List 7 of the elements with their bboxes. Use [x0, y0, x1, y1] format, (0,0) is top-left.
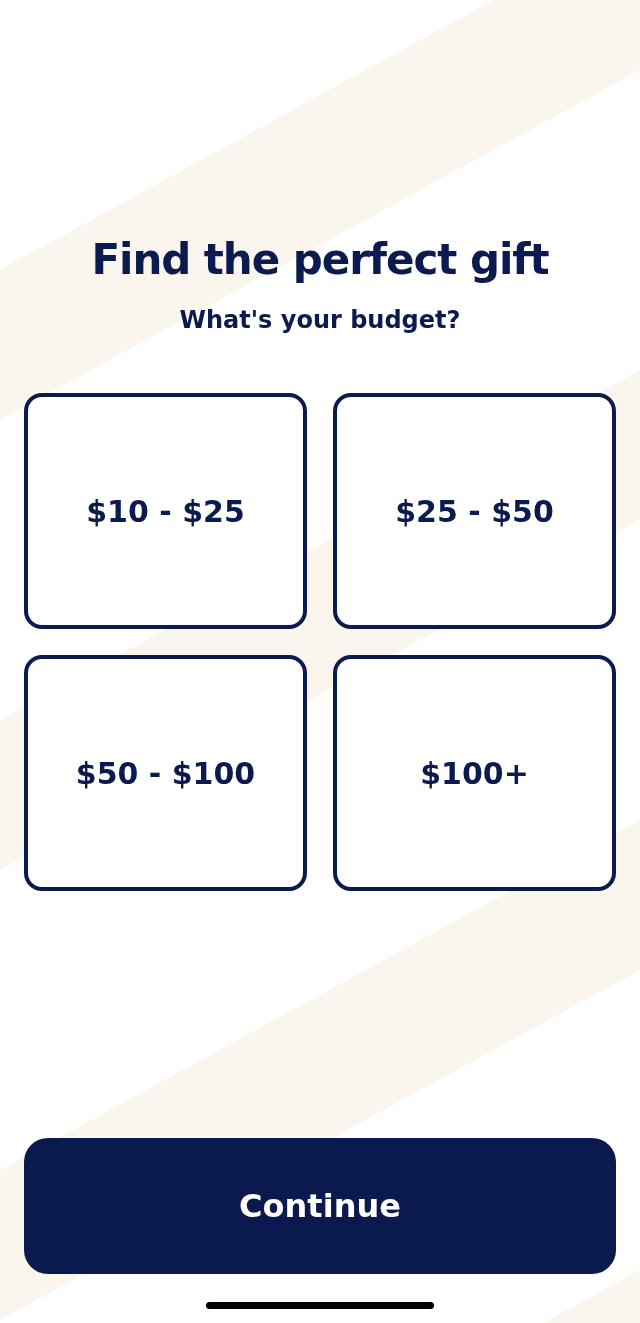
continue-button[interactable]: Continue [24, 1138, 616, 1274]
budget-option[interactable]: $50 - $100 [24, 655, 307, 891]
budget-option[interactable]: $100+ [333, 655, 616, 891]
page-subtitle: What's your budget? [179, 305, 461, 336]
page-title: Find the perfect gift [91, 234, 549, 286]
budget-option[interactable]: $25 - $50 [333, 393, 616, 629]
budget-option[interactable]: $10 - $25 [24, 393, 307, 629]
